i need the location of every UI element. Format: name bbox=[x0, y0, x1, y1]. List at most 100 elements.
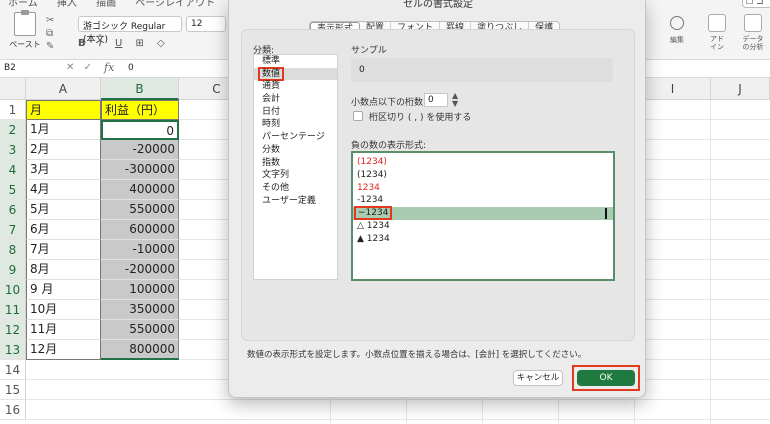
cancel-button[interactable]: キャンセル bbox=[513, 370, 563, 386]
column-header-i[interactable]: I bbox=[635, 78, 711, 100]
row-header[interactable]: 12 bbox=[0, 320, 26, 340]
cell-b6[interactable]: 550000 bbox=[101, 200, 179, 220]
comments-button[interactable]: ☐ コ bbox=[742, 0, 770, 8]
row-header[interactable]: 11 bbox=[0, 300, 26, 320]
cell-a6[interactable]: 5月 bbox=[26, 200, 101, 220]
row-header[interactable]: 2 bbox=[0, 120, 26, 140]
row-header[interactable]: 16 bbox=[0, 400, 26, 420]
cell-a5[interactable]: 4月 bbox=[26, 180, 101, 200]
category-item[interactable]: 文字列 bbox=[254, 169, 337, 182]
cell-b7[interactable]: 600000 bbox=[101, 220, 179, 240]
category-item[interactable]: 通貨 bbox=[254, 80, 337, 93]
addin-label: アド イン bbox=[710, 35, 724, 51]
formula-input[interactable]: 0 bbox=[128, 63, 134, 73]
copy-icon[interactable]: ⧉ bbox=[46, 27, 72, 40]
negative-format-item-selected[interactable]: −1234 bbox=[353, 206, 613, 221]
cell-b8[interactable]: -10000 bbox=[101, 240, 179, 260]
decimal-places-input[interactable]: 0 bbox=[424, 93, 448, 107]
negative-format-list: (1234) (1234) 1234 -1234 −1234 △ 1234 ▲ … bbox=[351, 151, 615, 281]
negative-format-item[interactable]: (1234) bbox=[353, 169, 613, 182]
cell-b9[interactable]: -200000 bbox=[101, 260, 179, 280]
addin-tool[interactable]: アド イン bbox=[704, 14, 730, 51]
cell-b1[interactable]: 利益（円） bbox=[101, 100, 179, 120]
row-header[interactable]: 9 bbox=[0, 260, 26, 280]
cell-a13[interactable]: 12月 bbox=[26, 340, 101, 360]
edit-tool[interactable]: 編集 bbox=[664, 14, 690, 45]
select-all-corner[interactable] bbox=[0, 78, 26, 100]
row-header[interactable]: 5 bbox=[0, 180, 26, 200]
underline-icon[interactable]: U bbox=[115, 38, 122, 49]
category-item[interactable]: その他 bbox=[254, 182, 337, 195]
row-header[interactable]: 13 bbox=[0, 340, 26, 360]
tab-insert[interactable]: 挿入 bbox=[57, 0, 77, 9]
category-item-selected[interactable]: 数値 bbox=[254, 66, 337, 81]
function-icon[interactable]: fx bbox=[104, 61, 114, 74]
cell-a11[interactable]: 10月 bbox=[26, 300, 101, 320]
cell-b11[interactable]: 350000 bbox=[101, 300, 179, 320]
decimal-stepper-icon[interactable]: ▲ ▼ bbox=[452, 92, 458, 108]
category-item[interactable]: 分数 bbox=[254, 144, 337, 157]
tab-draw[interactable]: 描画 bbox=[96, 0, 116, 9]
cell-b12[interactable]: 550000 bbox=[101, 320, 179, 340]
cell-a7[interactable]: 6月 bbox=[26, 220, 101, 240]
row-16[interactable] bbox=[26, 400, 770, 420]
row-header[interactable]: 15 bbox=[0, 380, 26, 400]
font-name-select[interactable]: 游ゴシック Regular (本文) bbox=[78, 16, 182, 45]
cell-b2[interactable]: 0 bbox=[101, 120, 179, 140]
font-size-select[interactable]: 12 bbox=[186, 16, 226, 32]
category-item[interactable]: ユーザー定義 bbox=[254, 195, 337, 208]
row-header[interactable]: 7 bbox=[0, 220, 26, 240]
negative-format-item[interactable]: (1234) bbox=[353, 156, 613, 169]
cell-a10[interactable]: 9 月 bbox=[26, 280, 101, 300]
data-analysis-tool[interactable]: データ の分析 bbox=[738, 14, 768, 51]
negative-format-item[interactable]: ▲ 1234 bbox=[353, 233, 613, 246]
cell-b10[interactable]: 100000 bbox=[101, 280, 179, 300]
column-header-a[interactable]: A bbox=[26, 78, 101, 100]
row-header[interactable]: 1 bbox=[0, 100, 26, 120]
format-tools: B I U ⊞ ◇ bbox=[78, 38, 175, 49]
negative-format-item[interactable]: △ 1234 bbox=[353, 220, 613, 233]
paste-button[interactable]: ペースト bbox=[6, 10, 44, 52]
negative-format-item[interactable]: -1234 bbox=[353, 194, 613, 207]
row-header[interactable]: 10 bbox=[0, 280, 26, 300]
bold-icon[interactable]: B bbox=[78, 38, 86, 49]
column-header-b[interactable]: B bbox=[101, 78, 179, 100]
row-header[interactable]: 6 bbox=[0, 200, 26, 220]
confirm-icon[interactable]: ✓ bbox=[84, 62, 92, 73]
ok-button[interactable]: OK bbox=[577, 370, 635, 386]
category-item[interactable]: 日付 bbox=[254, 106, 337, 119]
cell-a8[interactable]: 7月 bbox=[26, 240, 101, 260]
border-icon[interactable]: ⊞ bbox=[135, 38, 143, 49]
category-item[interactable]: パーセンテージ bbox=[254, 131, 337, 144]
format-painter-icon[interactable]: ✎ bbox=[46, 40, 72, 53]
category-item[interactable]: 会計 bbox=[254, 93, 337, 106]
cell-a3[interactable]: 2月 bbox=[26, 140, 101, 160]
cell-a1[interactable]: 月 bbox=[26, 100, 101, 120]
row-header[interactable]: 8 bbox=[0, 240, 26, 260]
fill-color-icon[interactable]: ◇ bbox=[157, 38, 165, 49]
cut-icon[interactable]: ✂ bbox=[46, 14, 72, 27]
row-header[interactable]: 3 bbox=[0, 140, 26, 160]
category-item[interactable]: 時刻 bbox=[254, 118, 337, 131]
cell-b4[interactable]: -300000 bbox=[101, 160, 179, 180]
cell-a12[interactable]: 11月 bbox=[26, 320, 101, 340]
italic-icon[interactable]: I bbox=[99, 38, 102, 49]
cell-a9[interactable]: 8月 bbox=[26, 260, 101, 280]
column-header-j[interactable]: J bbox=[711, 78, 770, 100]
category-item[interactable]: 標準 bbox=[254, 55, 337, 68]
cell-a4[interactable]: 3月 bbox=[26, 160, 101, 180]
cell-b13[interactable]: 800000 bbox=[101, 340, 179, 360]
cell-a2[interactable]: 1月 bbox=[26, 120, 101, 140]
negative-format-item[interactable]: 1234 bbox=[353, 182, 613, 195]
thousands-separator-checkbox[interactable] bbox=[353, 111, 363, 121]
name-box[interactable]: B2 bbox=[4, 63, 62, 75]
clipboard-tools: ✂ ⧉ ✎ bbox=[46, 14, 72, 53]
row-header[interactable]: 4 bbox=[0, 160, 26, 180]
cell-b5[interactable]: 400000 bbox=[101, 180, 179, 200]
tab-page-layout[interactable]: ページレイアウト bbox=[135, 0, 215, 9]
cell-b3[interactable]: -20000 bbox=[101, 140, 179, 160]
cancel-icon[interactable]: ✕ bbox=[66, 62, 74, 73]
tab-home[interactable]: ホーム bbox=[8, 0, 38, 9]
category-item[interactable]: 指数 bbox=[254, 157, 337, 170]
row-header[interactable]: 14 bbox=[0, 360, 26, 380]
